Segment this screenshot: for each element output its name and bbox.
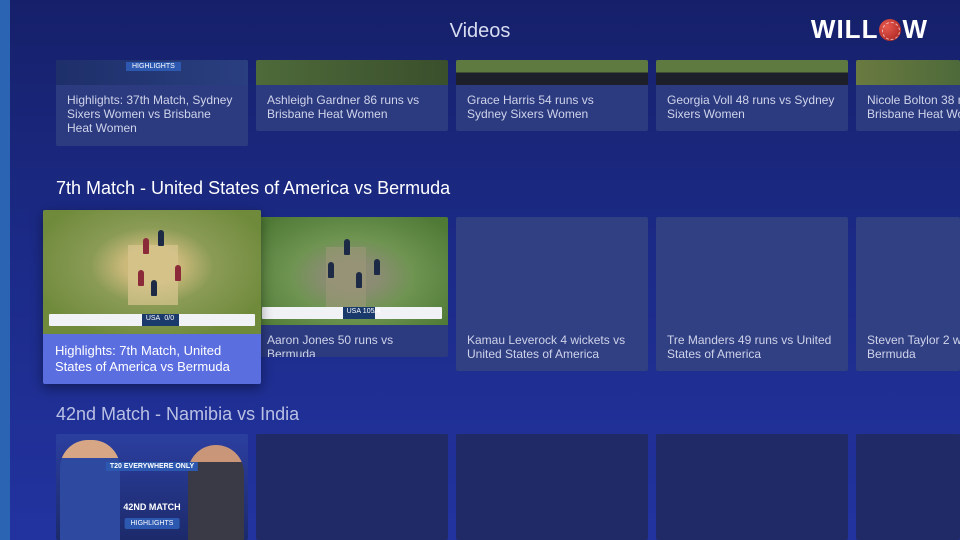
video-card[interactable]: USA 105/4 Aaron Jones 50 runs vs Bermuda bbox=[256, 217, 448, 357]
video-thumbnail bbox=[256, 60, 448, 85]
score-team: USA bbox=[145, 315, 161, 322]
score-value: 105/4 bbox=[362, 308, 381, 315]
video-card[interactable]: Steven Taylor 2 wickets vs Bermuda bbox=[856, 217, 960, 371]
scoreboard-overlay: USA 0/0 bbox=[49, 314, 255, 326]
score-team: USA bbox=[346, 308, 361, 315]
video-card[interactable] bbox=[656, 434, 848, 540]
video-card[interactable]: Nicole Bolton 38 runs vs Brisbane Heat W… bbox=[856, 60, 960, 131]
video-thumbnail bbox=[456, 60, 648, 85]
highlights-badge: HIGHLIGHTS bbox=[126, 62, 181, 71]
video-card[interactable]: Kamau Leverock 4 wickets vs United State… bbox=[456, 217, 648, 371]
section-title: 7th Match - United States of America vs … bbox=[56, 178, 451, 198]
video-thumbnail-placeholder bbox=[856, 217, 960, 325]
poster-line1: T20 EVERYWHERE ONLY bbox=[105, 462, 199, 471]
video-card[interactable]: Tre Manders 49 runs vs United States of … bbox=[656, 217, 848, 371]
video-caption: Nicole Bolton 38 runs vs Brisbane Heat W… bbox=[867, 93, 960, 121]
video-card[interactable]: Georgia Voll 48 runs vs Sydney Sixers Wo… bbox=[656, 60, 848, 131]
logo-text-left: WILL bbox=[810, 14, 879, 44]
video-card[interactable] bbox=[456, 434, 648, 540]
cricket-ball-icon bbox=[879, 18, 902, 41]
video-thumbnail: HIGHLIGHTS bbox=[56, 60, 248, 85]
video-caption: Georgia Voll 48 runs vs Sydney Sixers Wo… bbox=[667, 93, 835, 121]
scoreboard-overlay: USA 105/4 bbox=[262, 307, 442, 319]
video-thumbnail: T20 EVERYWHERE ONLY 42ND MATCH HIGHLIGHT… bbox=[56, 434, 248, 540]
video-card[interactable]: Ashleigh Gardner 86 runs vs Brisbane Hea… bbox=[256, 60, 448, 131]
video-thumbnail: USA 105/4 bbox=[256, 217, 448, 325]
player-right-figure bbox=[188, 445, 244, 540]
video-caption: Aaron Jones 50 runs vs Bermuda bbox=[267, 333, 394, 357]
video-caption: Ashleigh Gardner 86 runs vs Brisbane Hea… bbox=[267, 93, 420, 121]
willow-logo: WILL W bbox=[811, 14, 928, 45]
video-caption: Steven Taylor 2 wickets vs Bermuda bbox=[867, 333, 960, 361]
left-edge-strip bbox=[0, 0, 10, 540]
video-card[interactable] bbox=[856, 434, 960, 540]
video-caption: Grace Harris 54 runs vs Sydney Sixers Wo… bbox=[467, 93, 594, 121]
video-thumbnail: USA 0/0 bbox=[43, 210, 261, 334]
video-caption: Tre Manders 49 runs vs United States of … bbox=[667, 333, 832, 361]
video-card[interactable]: T20 EVERYWHERE ONLY 42ND MATCH HIGHLIGHT… bbox=[56, 434, 248, 540]
poster-line2: 42ND MATCH bbox=[123, 502, 181, 512]
video-card[interactable] bbox=[256, 434, 448, 540]
score-value: 0/0 bbox=[164, 315, 175, 322]
video-thumbnail-placeholder bbox=[656, 217, 848, 325]
video-thumbnail-placeholder bbox=[456, 217, 648, 325]
video-card[interactable]: Grace Harris 54 runs vs Sydney Sixers Wo… bbox=[456, 60, 648, 131]
video-caption: Highlights: 7th Match, United States of … bbox=[55, 343, 230, 374]
video-thumbnail bbox=[656, 60, 848, 85]
video-caption: Kamau Leverock 4 wickets vs United State… bbox=[467, 333, 626, 361]
player-left-figure bbox=[60, 440, 120, 540]
video-caption: Highlights: 37th Match, Sydney Sixers Wo… bbox=[67, 93, 233, 135]
video-card[interactable]: HIGHLIGHTS Highlights: 37th Match, Sydne… bbox=[56, 60, 248, 146]
section-title: 42nd Match - Namibia vs India bbox=[56, 404, 300, 424]
video-thumbnail bbox=[856, 60, 960, 85]
highlights-badge: HIGHLIGHTS bbox=[124, 518, 180, 529]
video-card-focused[interactable]: USA 0/0 Highlights: 7th Match, United St… bbox=[43, 210, 261, 384]
logo-text-right: W bbox=[902, 14, 928, 44]
